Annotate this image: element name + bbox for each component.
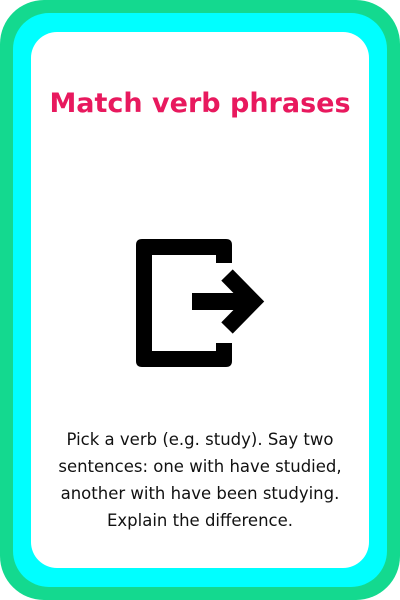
card-title: Match verb phrases [49,88,351,119]
exit-arrow-icon [134,237,266,369]
card-description: Pick a verb (e.g. study). Say two senten… [58,430,342,530]
